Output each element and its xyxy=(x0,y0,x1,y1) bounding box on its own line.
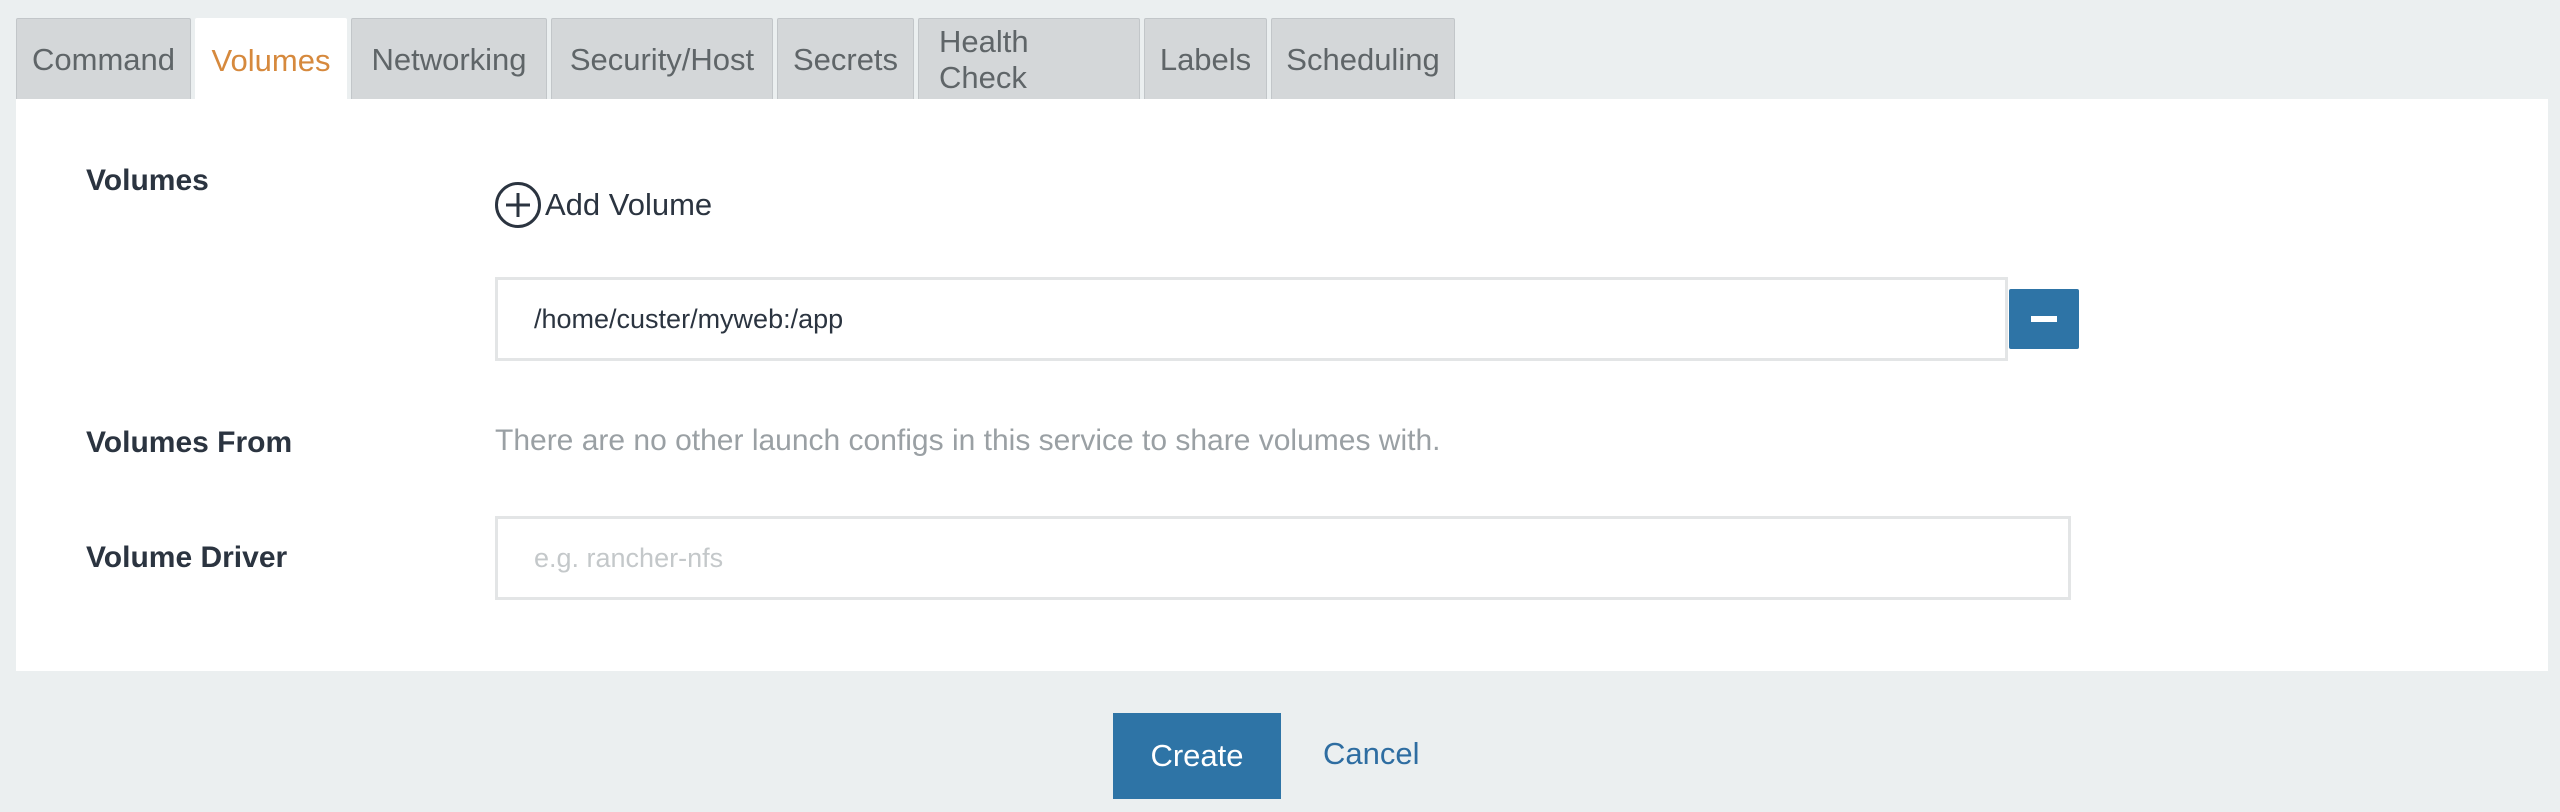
tab-volumes[interactable]: Volumes xyxy=(195,18,347,102)
tab-health-check[interactable]: Health Check xyxy=(918,18,1140,100)
tab-scheduling[interactable]: Scheduling xyxy=(1271,18,1455,100)
volume-entry-input[interactable] xyxy=(495,277,2008,361)
tab-label: Security/Host xyxy=(569,41,755,77)
volumes-panel: Volumes Add Volume Volumes From There ar… xyxy=(16,99,2548,671)
tab-networking[interactable]: Networking xyxy=(351,18,547,100)
tab-label: Volumes xyxy=(211,42,331,78)
volume-driver-input[interactable] xyxy=(495,516,2071,600)
tab-security-host[interactable]: Security/Host xyxy=(551,18,773,100)
tab-bar: Command Volumes Networking Security/Host… xyxy=(16,18,1459,102)
plus-circle-icon xyxy=(495,182,541,228)
volumes-from-message: There are no other launch configs in thi… xyxy=(495,424,1441,457)
tab-label: Health Check xyxy=(939,23,1029,95)
tab-label: Secrets xyxy=(792,41,899,77)
remove-volume-button[interactable] xyxy=(2009,289,2079,349)
tab-label: Scheduling xyxy=(1286,41,1440,77)
tab-command[interactable]: Command xyxy=(16,18,191,100)
volumes-label: Volumes xyxy=(86,164,209,197)
volume-driver-label: Volume Driver xyxy=(86,541,288,574)
tab-label: Command xyxy=(32,41,175,77)
volumes-from-label: Volumes From xyxy=(86,426,293,459)
minus-icon xyxy=(2031,316,2057,322)
tab-secrets[interactable]: Secrets xyxy=(777,18,914,100)
tab-label: Networking xyxy=(371,41,527,77)
add-volume-label: Add Volume xyxy=(545,187,713,222)
cancel-link[interactable]: Cancel xyxy=(1323,736,1420,772)
create-button[interactable]: Create xyxy=(1113,713,1281,799)
tab-label: Labels xyxy=(1159,41,1252,77)
tab-labels[interactable]: Labels xyxy=(1144,18,1267,100)
add-volume-button[interactable]: Add Volume xyxy=(495,182,712,228)
